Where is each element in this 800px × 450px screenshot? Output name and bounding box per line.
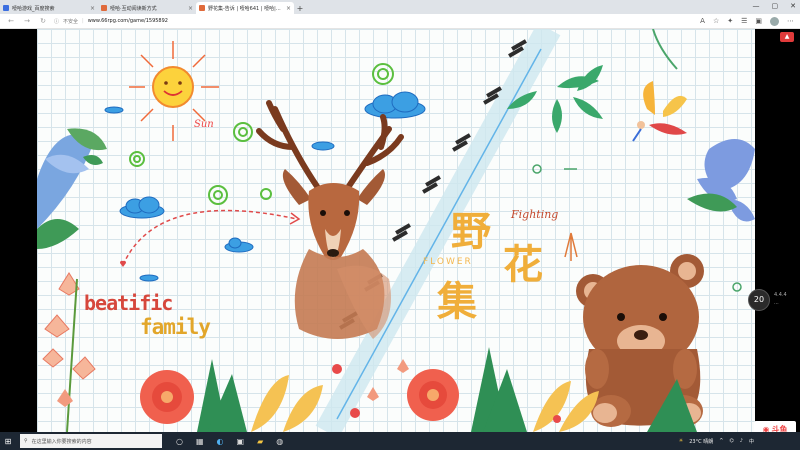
tab-label: 噎哈·互动阅读新方式	[110, 5, 157, 12]
beatific-text: beatific	[84, 291, 173, 315]
sun-label: Sun	[194, 119, 214, 130]
deer-drawing	[256, 100, 404, 339]
start-button[interactable]: ⊞	[0, 437, 16, 446]
volume-icon[interactable]: ♪	[740, 438, 743, 444]
timer-caption: 4.4.4 ...	[774, 292, 787, 306]
tab-game[interactable]: 野花集-告诉 | 噎哈641 | 噎哈|噎哈641 ×	[196, 2, 294, 14]
share-button[interactable]: ▲	[780, 32, 794, 42]
fighting-text: Fighting	[511, 208, 559, 221]
title-char-1: 野	[451, 209, 491, 255]
extensions-icon[interactable]: ✦	[727, 17, 733, 25]
new-tab-button[interactable]: +	[294, 2, 306, 14]
forward-icon[interactable]: →	[22, 17, 32, 25]
family-text: family	[140, 315, 211, 339]
system-tray: ☀ 23°C 晴朗 ^ ⌬ ♪ 中	[679, 438, 800, 445]
tab-strip: 噎哈游戏_百度搜索 × 噎哈·互动阅读新方式 × 野花集-告诉 | 噎哈641 …	[0, 0, 800, 14]
refresh-icon[interactable]: ↻	[38, 17, 48, 25]
avatar[interactable]	[770, 16, 779, 26]
taskbar-apps: ○ ▦ ◐ ▣ ▰ ◍	[176, 437, 283, 446]
widgets-icon[interactable]: ▦	[196, 437, 204, 446]
site-icon	[101, 5, 107, 11]
close-tab-icon[interactable]: ×	[188, 5, 193, 12]
title-char-3: 集	[437, 279, 477, 325]
left-flowers	[37, 128, 107, 432]
tray-arrow-icon[interactable]: ^	[719, 438, 723, 444]
title-char-2: 花	[503, 242, 543, 288]
windows-taskbar: ⊞ ⚲ 在这里输入你要搜索的内容 ○ ▦ ◐ ▣ ▰ ◍ ☀ 23°C 晴朗 ^…	[0, 432, 800, 450]
more-icon[interactable]: ⋯	[787, 17, 794, 25]
store-icon[interactable]: ▣	[237, 437, 245, 446]
read-aloud-icon[interactable]: A	[700, 17, 705, 25]
warning-icon: ⓘ	[54, 18, 60, 25]
tab-baidu[interactable]: 噎哈游戏_百度搜索 ×	[0, 2, 98, 14]
favorite-icon[interactable]: ☆	[713, 17, 719, 25]
task-view-icon[interactable]: ○	[176, 437, 183, 446]
edge-icon[interactable]: ◐	[217, 437, 224, 446]
security-label: 不安全	[63, 18, 79, 25]
timer-badge[interactable]: 20	[748, 289, 770, 311]
fairy-drawing	[632, 81, 687, 142]
close-tab-icon[interactable]: ×	[286, 5, 291, 12]
weather-text[interactable]: 23°C 晴朗	[689, 438, 713, 445]
minimize-button[interactable]: —	[753, 2, 760, 10]
site-icon	[199, 5, 205, 11]
game-splash-art[interactable]: Sun beatific family 野 Fighting 花 FLOWER …	[37, 29, 755, 432]
taskbar-search[interactable]: ⚲ 在这里输入你要搜索的内容	[20, 434, 162, 448]
tab-66rpg[interactable]: 噎哈·互动阅读新方式 ×	[98, 2, 196, 14]
search-placeholder: 在这里输入你要搜索的内容	[31, 438, 92, 445]
tab-label: 噎哈游戏_百度搜索	[12, 5, 55, 12]
ime-icon[interactable]: 中	[749, 438, 754, 445]
app-icon[interactable]: ◍	[276, 437, 283, 446]
baidu-icon	[3, 5, 9, 11]
splash-illustration	[37, 29, 755, 432]
address-bar[interactable]: ⓘ 不安全 | www.66rpg.com/game/1595892	[54, 16, 694, 26]
maximize-button[interactable]: ▢	[772, 2, 779, 10]
flower-english-text: FLOWER	[423, 257, 473, 267]
browser-toolbar: ← → ↻ ⓘ 不安全 | www.66rpg.com/game/1595892…	[0, 14, 800, 29]
search-icon: ⚲	[24, 438, 28, 444]
toolbar-tools: A ☆ ✦ ☰ ▣ ⋯	[700, 16, 794, 26]
favorites-list-icon[interactable]: ☰	[741, 17, 747, 25]
collections-icon[interactable]: ▣	[755, 17, 762, 25]
back-icon[interactable]: ←	[6, 17, 16, 25]
page-viewport: Sun beatific family 野 Fighting 花 FLOWER …	[0, 29, 800, 437]
weather-icon: ☀	[678, 438, 684, 444]
url-text: www.66rpg.com/game/1595892	[87, 18, 168, 24]
tab-label: 野花集-告诉 | 噎哈641 | 噎哈|噎哈641	[208, 5, 284, 12]
network-icon[interactable]: ⌬	[729, 438, 733, 444]
explorer-icon[interactable]: ▰	[257, 437, 263, 446]
close-window-button[interactable]: ✕	[790, 2, 796, 10]
close-tab-icon[interactable]: ×	[90, 5, 95, 12]
window-controls: — ▢ ✕	[753, 0, 797, 12]
